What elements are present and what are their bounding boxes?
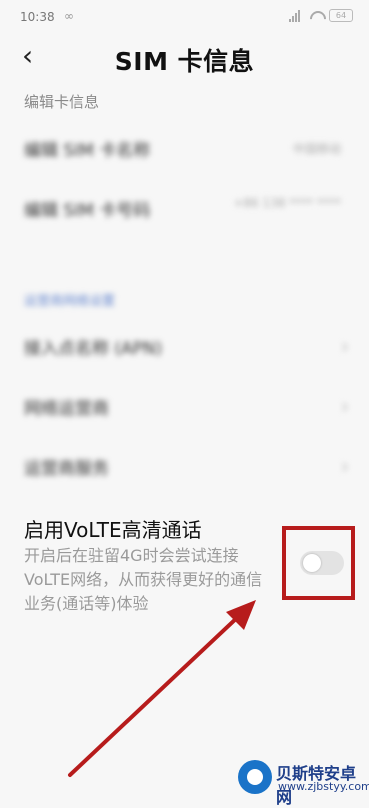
row-label: 编辑 SIM 卡号码 xyxy=(24,201,151,221)
chevron-right-icon: › xyxy=(341,394,349,418)
status-time: 10:38 xyxy=(20,10,55,24)
row-label: 运营商服务 xyxy=(24,459,109,479)
row-label: 编辑 SIM 卡名称 xyxy=(24,141,151,161)
status-notification-icon: ∞ xyxy=(64,9,74,23)
status-icons: 64 xyxy=(289,9,353,22)
status-bar: 10:38 ∞ 64 xyxy=(0,0,369,34)
network-operator-row[interactable]: 网络运营商 › xyxy=(0,394,369,419)
row-label: 接入点名称 (APN) xyxy=(24,339,163,359)
section-label: 编辑卡信息 xyxy=(24,93,100,111)
wifi-icon xyxy=(309,10,323,22)
watermark-logo-icon xyxy=(238,760,272,794)
chevron-right-icon: › xyxy=(341,454,349,478)
page-title: SIM 卡信息 xyxy=(114,47,255,76)
header: ‹ SIM 卡信息 xyxy=(0,34,369,84)
apn-row[interactable]: 接入点名称 (APN) › xyxy=(0,334,369,359)
edit-sim-name-row[interactable]: 编辑 SIM 卡名称 中国移动 xyxy=(0,136,369,161)
carrier-services-row[interactable]: 运营商服务 › xyxy=(0,454,369,479)
chevron-right-icon: › xyxy=(341,334,349,358)
row-value: +86 138 **** **** xyxy=(233,196,341,210)
volte-title: 启用VoLTE高清通话 xyxy=(24,518,202,542)
group-header: 运营商网络设置 xyxy=(24,294,116,309)
row-value: 中国移动 xyxy=(292,142,341,156)
watermark-url: www.zjbstyy.com xyxy=(278,780,369,793)
edit-sim-number-row[interactable]: 编辑 SIM 卡号码 +86 138 **** **** xyxy=(0,196,369,221)
volte-description: 开启后在驻留4G时会尝试连接VoLTE网络，从而获得更好的通信业务(通话等)体验 xyxy=(24,546,263,613)
battery-icon: 64 xyxy=(329,9,353,22)
watermark: 贝斯特安卓网 www.zjbstyy.com xyxy=(238,756,369,807)
row-label: 网络运营商 xyxy=(24,399,109,419)
signal-icon xyxy=(289,9,303,22)
highlight-box xyxy=(282,526,355,600)
